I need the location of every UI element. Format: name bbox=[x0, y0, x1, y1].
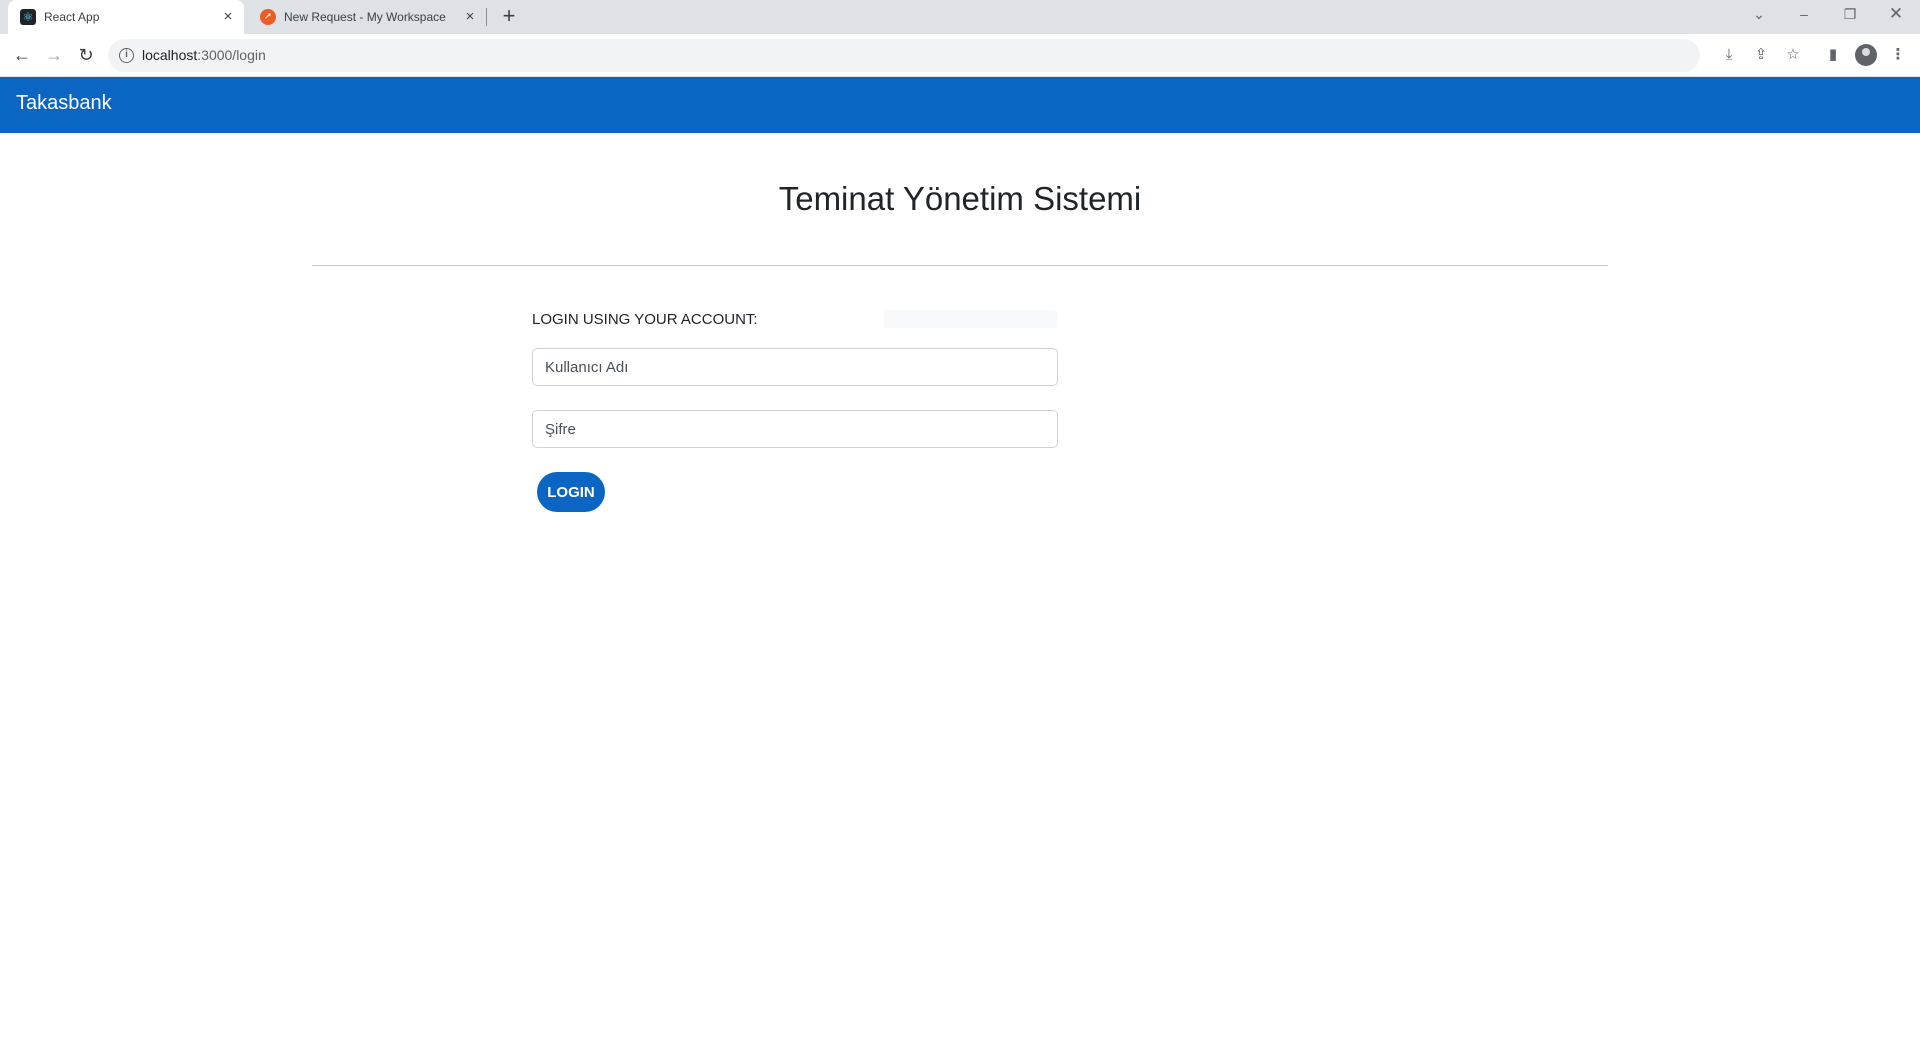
new-tab-icon[interactable]: + bbox=[498, 5, 520, 28]
menu-kebab-icon[interactable]: ⋮ bbox=[1887, 44, 1909, 66]
postman-icon: ➚ bbox=[260, 9, 276, 25]
username-input[interactable] bbox=[532, 348, 1058, 386]
tab-title: React App bbox=[44, 10, 100, 24]
divider bbox=[312, 265, 1608, 266]
minimize-icon[interactable]: – bbox=[1781, 0, 1827, 30]
browser-tab-strip: ⚛ React App × ➚ New Request - My Workspa… bbox=[0, 0, 1920, 34]
close-icon[interactable]: × bbox=[462, 9, 478, 25]
address-url[interactable]: localhost:3000/login bbox=[142, 47, 266, 63]
bookmark-star-icon[interactable]: ☆ bbox=[1782, 44, 1804, 66]
tab-divider bbox=[486, 8, 487, 26]
url-host: localhost bbox=[142, 47, 198, 63]
restore-icon[interactable]: ❐ bbox=[1827, 0, 1873, 30]
tab-search-icon[interactable]: ⌄ bbox=[1736, 0, 1782, 30]
browser-tab-react-app[interactable]: ⚛ React App × bbox=[8, 0, 244, 34]
tab-title: New Request - My Workspace bbox=[284, 10, 446, 24]
app-navbar: Takasbank bbox=[0, 77, 1920, 133]
login-heading: LOGIN USING YOUR ACCOUNT: bbox=[532, 311, 758, 328]
window-close-icon[interactable]: ✕ bbox=[1873, 0, 1919, 30]
faint-overlay bbox=[884, 310, 1057, 328]
address-bar[interactable]: i localhost:3000/login bbox=[108, 39, 1700, 72]
browser-toolbar: ← → ↻ i localhost:3000/login ⤓ ⇪ ☆ ▮ ⋮ bbox=[0, 34, 1920, 77]
url-path: :3000/login bbox=[197, 47, 266, 63]
password-input[interactable] bbox=[532, 410, 1058, 448]
back-arrow-icon[interactable]: ← bbox=[8, 42, 36, 70]
share-icon[interactable]: ⇪ bbox=[1750, 44, 1772, 66]
reload-icon[interactable]: ↻ bbox=[72, 42, 100, 70]
navbar-brand[interactable]: Takasbank bbox=[16, 92, 112, 115]
site-info-icon[interactable]: i bbox=[119, 48, 134, 63]
profile-avatar-icon[interactable] bbox=[1855, 44, 1877, 66]
forward-arrow-icon[interactable]: → bbox=[40, 42, 68, 70]
react-icon: ⚛ bbox=[20, 9, 36, 25]
close-icon[interactable]: × bbox=[220, 9, 236, 25]
install-app-icon[interactable]: ⤓ bbox=[1718, 44, 1740, 66]
login-button[interactable]: LOGIN bbox=[537, 472, 605, 512]
browser-tab-new-request[interactable]: ➚ New Request - My Workspace × bbox=[248, 0, 486, 34]
side-panel-icon[interactable]: ▮ bbox=[1822, 44, 1844, 66]
page-title: Teminat Yönetim Sistemi bbox=[778, 180, 1142, 217]
